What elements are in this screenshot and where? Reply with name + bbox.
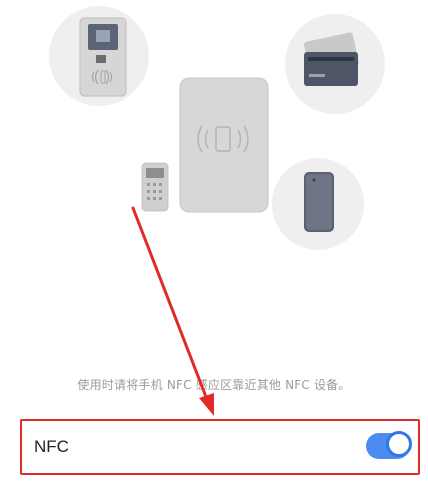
toggle-knob: [386, 431, 412, 457]
nfc-toggle-switch[interactable]: [366, 431, 412, 459]
phone-icon: [304, 172, 334, 232]
transit-gate-icon: [79, 17, 127, 97]
card-reader-icon: [179, 77, 269, 213]
nfc-hint-text: 使用时请将手机 NFC 感应区靠近其他 NFC 设备。: [77, 378, 351, 392]
nfc-illustration: [0, 0, 428, 300]
nfc-setting-row[interactable]: NFC: [20, 419, 420, 475]
nfc-label: NFC: [34, 437, 69, 456]
pos-terminal-icon: [141, 162, 169, 212]
bank-card-icon: [303, 32, 359, 86]
